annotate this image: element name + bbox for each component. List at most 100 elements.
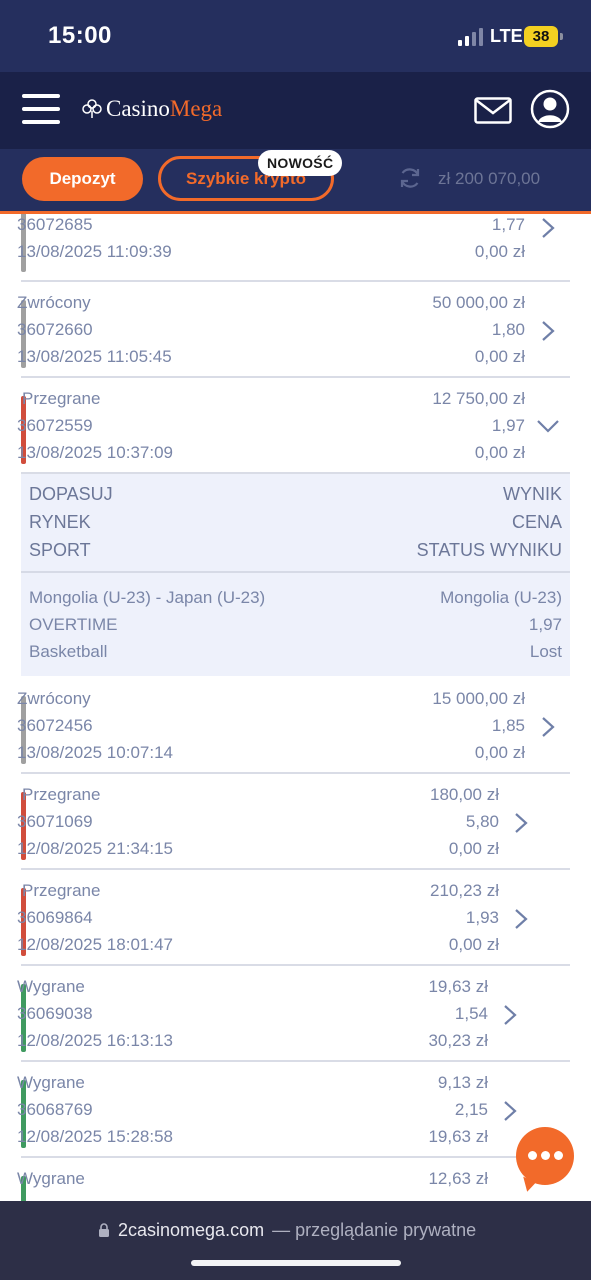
bet-odds: 1,97 bbox=[491, 416, 525, 435]
bet-date: 13/08/2025 10:37:09 bbox=[17, 443, 173, 462]
bet-history-list[interactable]: 36072685 13/08/2025 11:09:39 1,77 0,00 z… bbox=[0, 214, 591, 1201]
detail-header-price: CENA bbox=[511, 512, 562, 532]
chevron-right-icon[interactable] bbox=[538, 320, 558, 342]
chevron-right-icon[interactable] bbox=[511, 908, 531, 930]
logo-text-mega: Mega bbox=[169, 96, 223, 121]
bet-row[interactable]: 36072685 13/08/2025 11:09:39 1,77 0,00 z… bbox=[0, 214, 591, 282]
bet-odds: 1,93 bbox=[465, 908, 499, 927]
clock: 15:00 bbox=[48, 22, 112, 49]
account-icon[interactable] bbox=[530, 89, 570, 129]
bet-row-expanded[interactable]: Przegrane 36072559 13/08/2025 10:37:09 1… bbox=[0, 378, 591, 474]
bet-winnings: 0,00 zł bbox=[448, 935, 499, 954]
detail-sport: Basketball bbox=[29, 642, 108, 661]
balance-amount: zł 200 070,00 bbox=[438, 169, 541, 188]
bet-stake: 50 000,00 zł bbox=[432, 293, 525, 312]
bet-winnings: 0,00 zł bbox=[474, 743, 525, 762]
bet-stake: 19,63 zł bbox=[428, 977, 488, 996]
mail-icon[interactable] bbox=[474, 97, 512, 124]
bet-status: Przegrane bbox=[22, 881, 101, 900]
bet-id: 36072559 bbox=[17, 416, 93, 435]
bet-date: 12/08/2025 15:28:58 bbox=[17, 1127, 173, 1146]
site-header: CasinoMega bbox=[0, 72, 591, 149]
bet-status: Przegrane bbox=[22, 389, 101, 408]
bet-id: 36068769 bbox=[17, 1100, 93, 1119]
bet-id: 36069038 bbox=[17, 1004, 93, 1023]
refresh-icon[interactable] bbox=[398, 166, 422, 190]
account-action-bar: Depozyt Szybkie krypto NOWOŚĆ zł 200 070… bbox=[0, 149, 591, 211]
bet-winnings: 0,00 zł bbox=[474, 443, 525, 462]
bet-odds: 2,15 bbox=[454, 1100, 488, 1119]
detail-header-result-status: STATUS WYNIKU bbox=[416, 540, 562, 560]
bet-id: 36072456 bbox=[17, 716, 93, 735]
detail-match: Mongolia (U-23) - Japan (U-23) bbox=[29, 588, 266, 607]
lock-icon bbox=[99, 1223, 109, 1237]
bet-status: Zwrócony bbox=[17, 689, 91, 708]
chevron-right-icon[interactable] bbox=[500, 1100, 520, 1122]
chevron-down-icon[interactable] bbox=[536, 418, 560, 434]
address-bar[interactable]: 2casinomega.com — przeglądanie prywatne bbox=[98, 1220, 476, 1241]
detail-result-status: Lost bbox=[529, 642, 562, 661]
bet-status: Wygrane bbox=[17, 977, 85, 996]
bet-date: 13/08/2025 10:07:14 bbox=[17, 743, 173, 762]
detail-header-market: RYNEK bbox=[29, 512, 91, 532]
bet-date: 12/08/2025 16:13:13 bbox=[17, 1031, 173, 1050]
bet-odds: 1,80 bbox=[491, 320, 525, 339]
bet-stake: 180,00 zł bbox=[430, 785, 499, 804]
bet-winnings: 30,23 zł bbox=[428, 1031, 488, 1050]
private-mode-label: — przeglądanie prywatne bbox=[272, 1220, 477, 1240]
chevron-right-icon[interactable] bbox=[511, 812, 531, 834]
menu-icon[interactable] bbox=[22, 94, 60, 124]
bet-winnings: 0,00 zł bbox=[474, 242, 525, 261]
battery-icon: 38 bbox=[524, 26, 563, 47]
bet-odds: 1,77 bbox=[491, 215, 525, 234]
bet-row[interactable]: Wygrane 12,63 zł bbox=[0, 1158, 591, 1201]
live-chat-button[interactable] bbox=[516, 1127, 574, 1185]
chevron-right-icon[interactable] bbox=[538, 217, 558, 239]
detail-separator bbox=[21, 571, 570, 573]
bet-id: 36072660 bbox=[17, 320, 93, 339]
bet-stake: 9,13 zł bbox=[437, 1073, 488, 1092]
bet-date: 13/08/2025 11:09:39 bbox=[17, 242, 172, 261]
bet-row[interactable]: Zwrócony 36072456 13/08/2025 10:07:14 15… bbox=[0, 678, 591, 774]
bet-row[interactable]: Zwrócony 36072660 13/08/2025 11:05:45 50… bbox=[0, 282, 591, 378]
bet-id: 36071069 bbox=[17, 812, 93, 831]
network-type: LTE bbox=[490, 26, 523, 46]
detail-result: Mongolia (U-23) bbox=[440, 588, 562, 607]
home-indicator[interactable] bbox=[191, 1260, 401, 1266]
bet-id: 36069864 bbox=[17, 908, 93, 927]
bet-detail-panel: DOPASUJ RYNEK SPORT WYNIK CENA STATUS WY… bbox=[21, 474, 570, 676]
detail-header-sport: SPORT bbox=[29, 540, 91, 560]
logo-text-casino: Casino bbox=[106, 96, 170, 121]
url-text: 2casinomega.com bbox=[118, 1220, 265, 1240]
bet-date: 12/08/2025 21:34:15 bbox=[17, 839, 173, 858]
status-bar: 15:00 LTE 38 bbox=[0, 0, 591, 72]
signal-icon bbox=[458, 28, 483, 46]
chevron-right-icon[interactable] bbox=[500, 1004, 520, 1026]
clover-icon bbox=[82, 99, 102, 118]
bet-winnings: 0,00 zł bbox=[474, 347, 525, 366]
casino-mega-logo[interactable]: CasinoMega bbox=[82, 94, 222, 124]
new-badge: NOWOŚĆ bbox=[258, 150, 343, 176]
bet-odds: 1,54 bbox=[454, 1004, 488, 1023]
bet-status: Zwrócony bbox=[17, 293, 91, 312]
bet-winnings: 19,63 zł bbox=[428, 1127, 488, 1146]
bet-odds: 1,85 bbox=[491, 716, 525, 735]
chevron-right-icon[interactable] bbox=[538, 716, 558, 738]
detail-header-result: WYNIK bbox=[502, 484, 562, 504]
deposit-button[interactable]: Depozyt bbox=[22, 157, 143, 201]
bet-id: 36072685 bbox=[17, 215, 93, 234]
bet-status: Wygrane bbox=[17, 1073, 85, 1092]
bet-row[interactable]: Przegrane 36071069 12/08/2025 21:34:15 1… bbox=[0, 774, 591, 870]
bet-date: 13/08/2025 11:05:45 bbox=[17, 347, 172, 366]
bet-winnings: 0,00 zł bbox=[448, 839, 499, 858]
bet-status: Wygrane bbox=[17, 1169, 85, 1188]
bet-status: Przegrane bbox=[22, 785, 101, 804]
bet-stake: 15 000,00 zł bbox=[432, 689, 525, 708]
bet-date: 12/08/2025 18:01:47 bbox=[17, 935, 173, 954]
detail-header-match: DOPASUJ bbox=[29, 484, 113, 504]
bet-row[interactable]: Wygrane 36068769 12/08/2025 15:28:58 9,1… bbox=[0, 1062, 591, 1158]
bet-row[interactable]: Wygrane 36069038 12/08/2025 16:13:13 19,… bbox=[0, 966, 591, 1062]
bet-stake: 12 750,00 zł bbox=[432, 389, 525, 408]
bet-stake: 12,63 zł bbox=[428, 1169, 488, 1188]
bet-row[interactable]: Przegrane 36069864 12/08/2025 18:01:47 2… bbox=[0, 870, 591, 966]
